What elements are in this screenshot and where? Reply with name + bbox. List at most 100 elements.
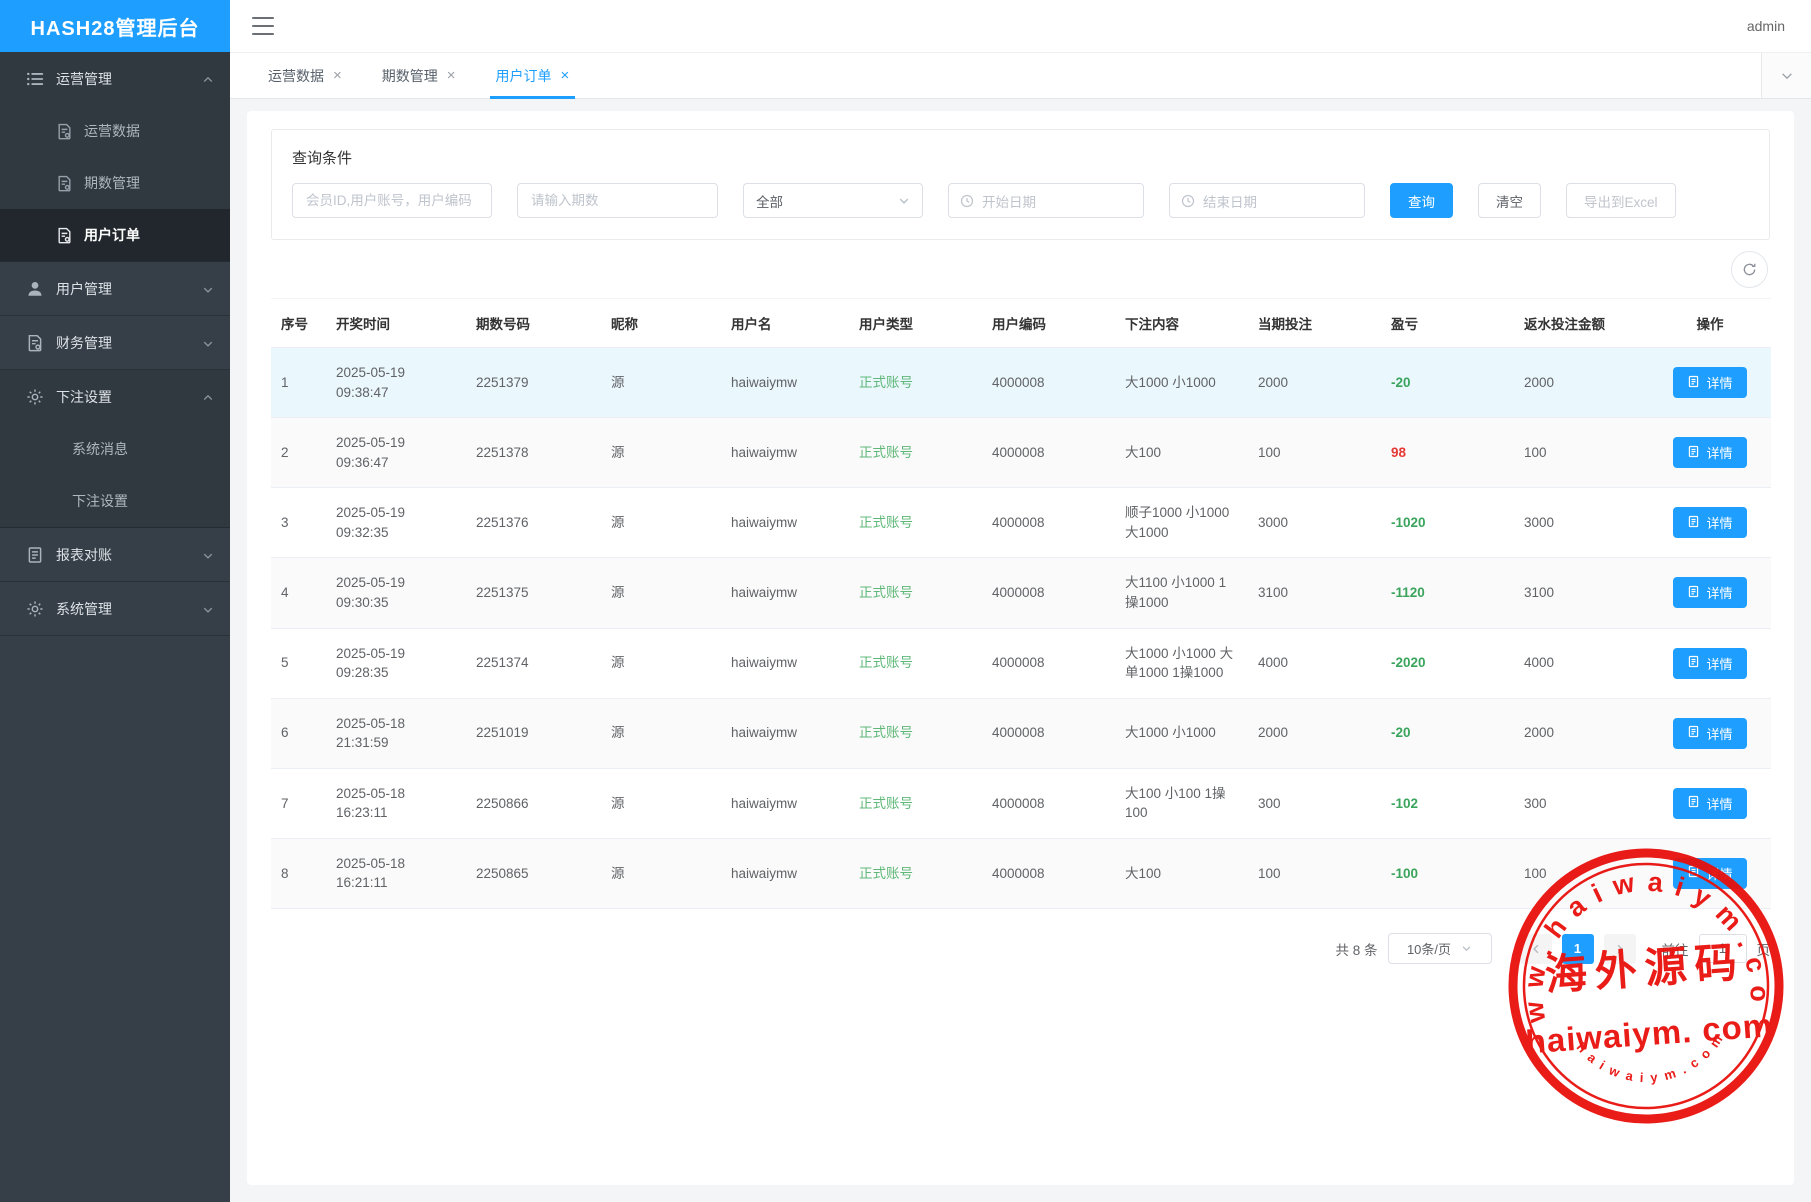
pagination: 共 8 条 10条/页 1 前往 页 [271,933,1770,964]
page-number-button[interactable]: 1 [1562,934,1594,964]
account-type-badge: 正式账号 [859,725,913,740]
cell-content: 大100 [1115,838,1248,908]
cell-no: 3 [271,488,326,558]
account-type-badge: 正式账号 [859,866,913,881]
detail-button[interactable]: 详情 [1673,507,1746,538]
cell-period: 2251019 [466,698,601,768]
pnl-value: -100 [1391,866,1418,881]
sidebar-group-报表对账[interactable]: 报表对账 [0,528,230,581]
cell-action: 详情 [1649,488,1771,558]
detail-button[interactable]: 详情 [1673,718,1746,749]
detail-button[interactable]: 详情 [1673,437,1746,468]
close-icon[interactable]: × [333,68,342,83]
sidebar-item-运营数据[interactable]: 运营数据 [0,105,230,157]
prev-page-button[interactable] [1520,934,1552,964]
cell-user: haiwaiymw [721,558,849,628]
detail-button-label: 详情 [1706,513,1732,532]
column-header: 用户类型 [849,299,982,348]
sidebar-group-用户管理[interactable]: 用户管理 [0,262,230,315]
clear-button[interactable]: 清空 [1478,183,1541,218]
sidebar-item-期数管理[interactable]: 期数管理 [0,157,230,209]
cell-no: 2 [271,418,326,488]
hamburger-menu-icon[interactable] [252,17,274,35]
cell-time: 2025-05-18 16:21:11 [326,838,466,908]
page-size-select[interactable]: 10条/页 [1388,933,1492,964]
detail-button-label: 详情 [1706,373,1732,392]
sidebar-nav: 运营管理运营数据期数管理用户订单用户管理财务管理下注设置系统消息下注设置报表对账… [0,52,230,1202]
sidebar-item-下注设置[interactable]: 下注设置 [0,475,230,527]
start-date-placeholder: 开始日期 [982,191,1036,211]
sidebar-group-财务管理[interactable]: 财务管理 [0,316,230,369]
sidebar-item-系统消息[interactable]: 系统消息 [0,423,230,475]
search-button[interactable]: 查询 [1390,183,1453,218]
cell-content: 大1000 小1000 大单1000 1操1000 [1115,628,1248,698]
cell-rebate: 2000 [1514,698,1649,768]
chevron-down-icon [898,195,910,207]
sidebar-group-系统管理[interactable]: 系统管理 [0,582,230,635]
next-page-button[interactable] [1604,934,1636,964]
period-input[interactable] [517,183,718,218]
detail-button[interactable]: 详情 [1673,788,1746,819]
cell-pnl: -20 [1381,698,1514,768]
sidebar-section: 用户管理 [0,262,230,316]
tab-label: 运营数据 [268,66,324,86]
detail-button[interactable]: 详情 [1673,858,1746,889]
doc-gear-icon [56,123,73,140]
cell-pnl: -1020 [1381,488,1514,558]
cell-content: 大100 小100 1操100 [1115,768,1248,838]
goto-page-input[interactable] [1699,934,1747,963]
tab-运营数据[interactable]: 运营数据 × [248,53,362,98]
pnl-value: -2020 [1391,655,1426,670]
page-size-value: 10条/页 [1407,939,1451,958]
export-excel-button[interactable]: 导出到Excel [1566,183,1676,218]
close-icon[interactable]: × [561,68,570,83]
detail-button[interactable]: 详情 [1673,367,1746,398]
sidebar-group-label: 下注设置 [56,387,112,407]
pnl-value: -20 [1391,375,1411,390]
tabs-dropdown-button[interactable] [1761,53,1811,98]
sidebar-group-运营管理[interactable]: 运营管理 [0,52,230,105]
table-row: 32025-05-19 09:32:352251376源haiwaiymw正式账… [271,488,1771,558]
doc-sheet-icon [1687,795,1700,811]
doc-sheet-icon [1687,655,1700,671]
sidebar-group-下注设置[interactable]: 下注设置 [0,370,230,423]
tab-label: 用户订单 [496,66,552,86]
tab-期数管理[interactable]: 期数管理 × [362,53,476,98]
doc-sheet-icon [1687,375,1700,391]
cell-content: 顺子1000 小1000 大1000 [1115,488,1248,558]
start-date-input[interactable]: 开始日期 [948,183,1144,218]
user-name[interactable]: admin [1747,18,1785,34]
cell-action: 详情 [1649,698,1771,768]
table-toolbar [271,251,1768,288]
tab-label: 期数管理 [382,66,438,86]
pnl-value: -20 [1391,725,1411,740]
gear-icon [26,600,44,618]
cell-code: 4000008 [982,768,1115,838]
sidebar-item-用户订单[interactable]: 用户订单 [0,209,230,261]
sidebar-section: 系统管理 [0,582,230,636]
column-header: 下注内容 [1115,299,1248,348]
member-search-input[interactable] [292,183,492,218]
cell-time: 2025-05-18 16:23:11 [326,768,466,838]
detail-button[interactable]: 详情 [1673,577,1746,608]
close-icon[interactable]: × [447,68,456,83]
user-icon [26,280,44,298]
tab-用户订单[interactable]: 用户订单 × [476,53,590,98]
cell-action: 详情 [1649,768,1771,838]
sidebar-section: 财务管理 [0,316,230,370]
type-select[interactable]: 全部 [743,183,923,218]
chevron-down-icon [202,283,214,295]
sidebar: HASH28管理后台 运营管理运营数据期数管理用户订单用户管理财务管理下注设置系… [0,0,230,1202]
end-date-input[interactable]: 结束日期 [1169,183,1365,218]
sidebar-group-label: 报表对账 [56,545,112,565]
detail-button-label: 详情 [1706,583,1732,602]
sidebar-section: 运营管理运营数据期数管理用户订单 [0,52,230,262]
cell-type: 正式账号 [849,628,982,698]
detail-button[interactable]: 详情 [1673,648,1746,679]
cell-type: 正式账号 [849,488,982,558]
cell-period: 2251378 [466,418,601,488]
cell-time: 2025-05-18 21:31:59 [326,698,466,768]
refresh-button[interactable] [1731,251,1768,288]
cell-nick: 源 [601,558,721,628]
end-date-placeholder: 结束日期 [1203,191,1257,211]
